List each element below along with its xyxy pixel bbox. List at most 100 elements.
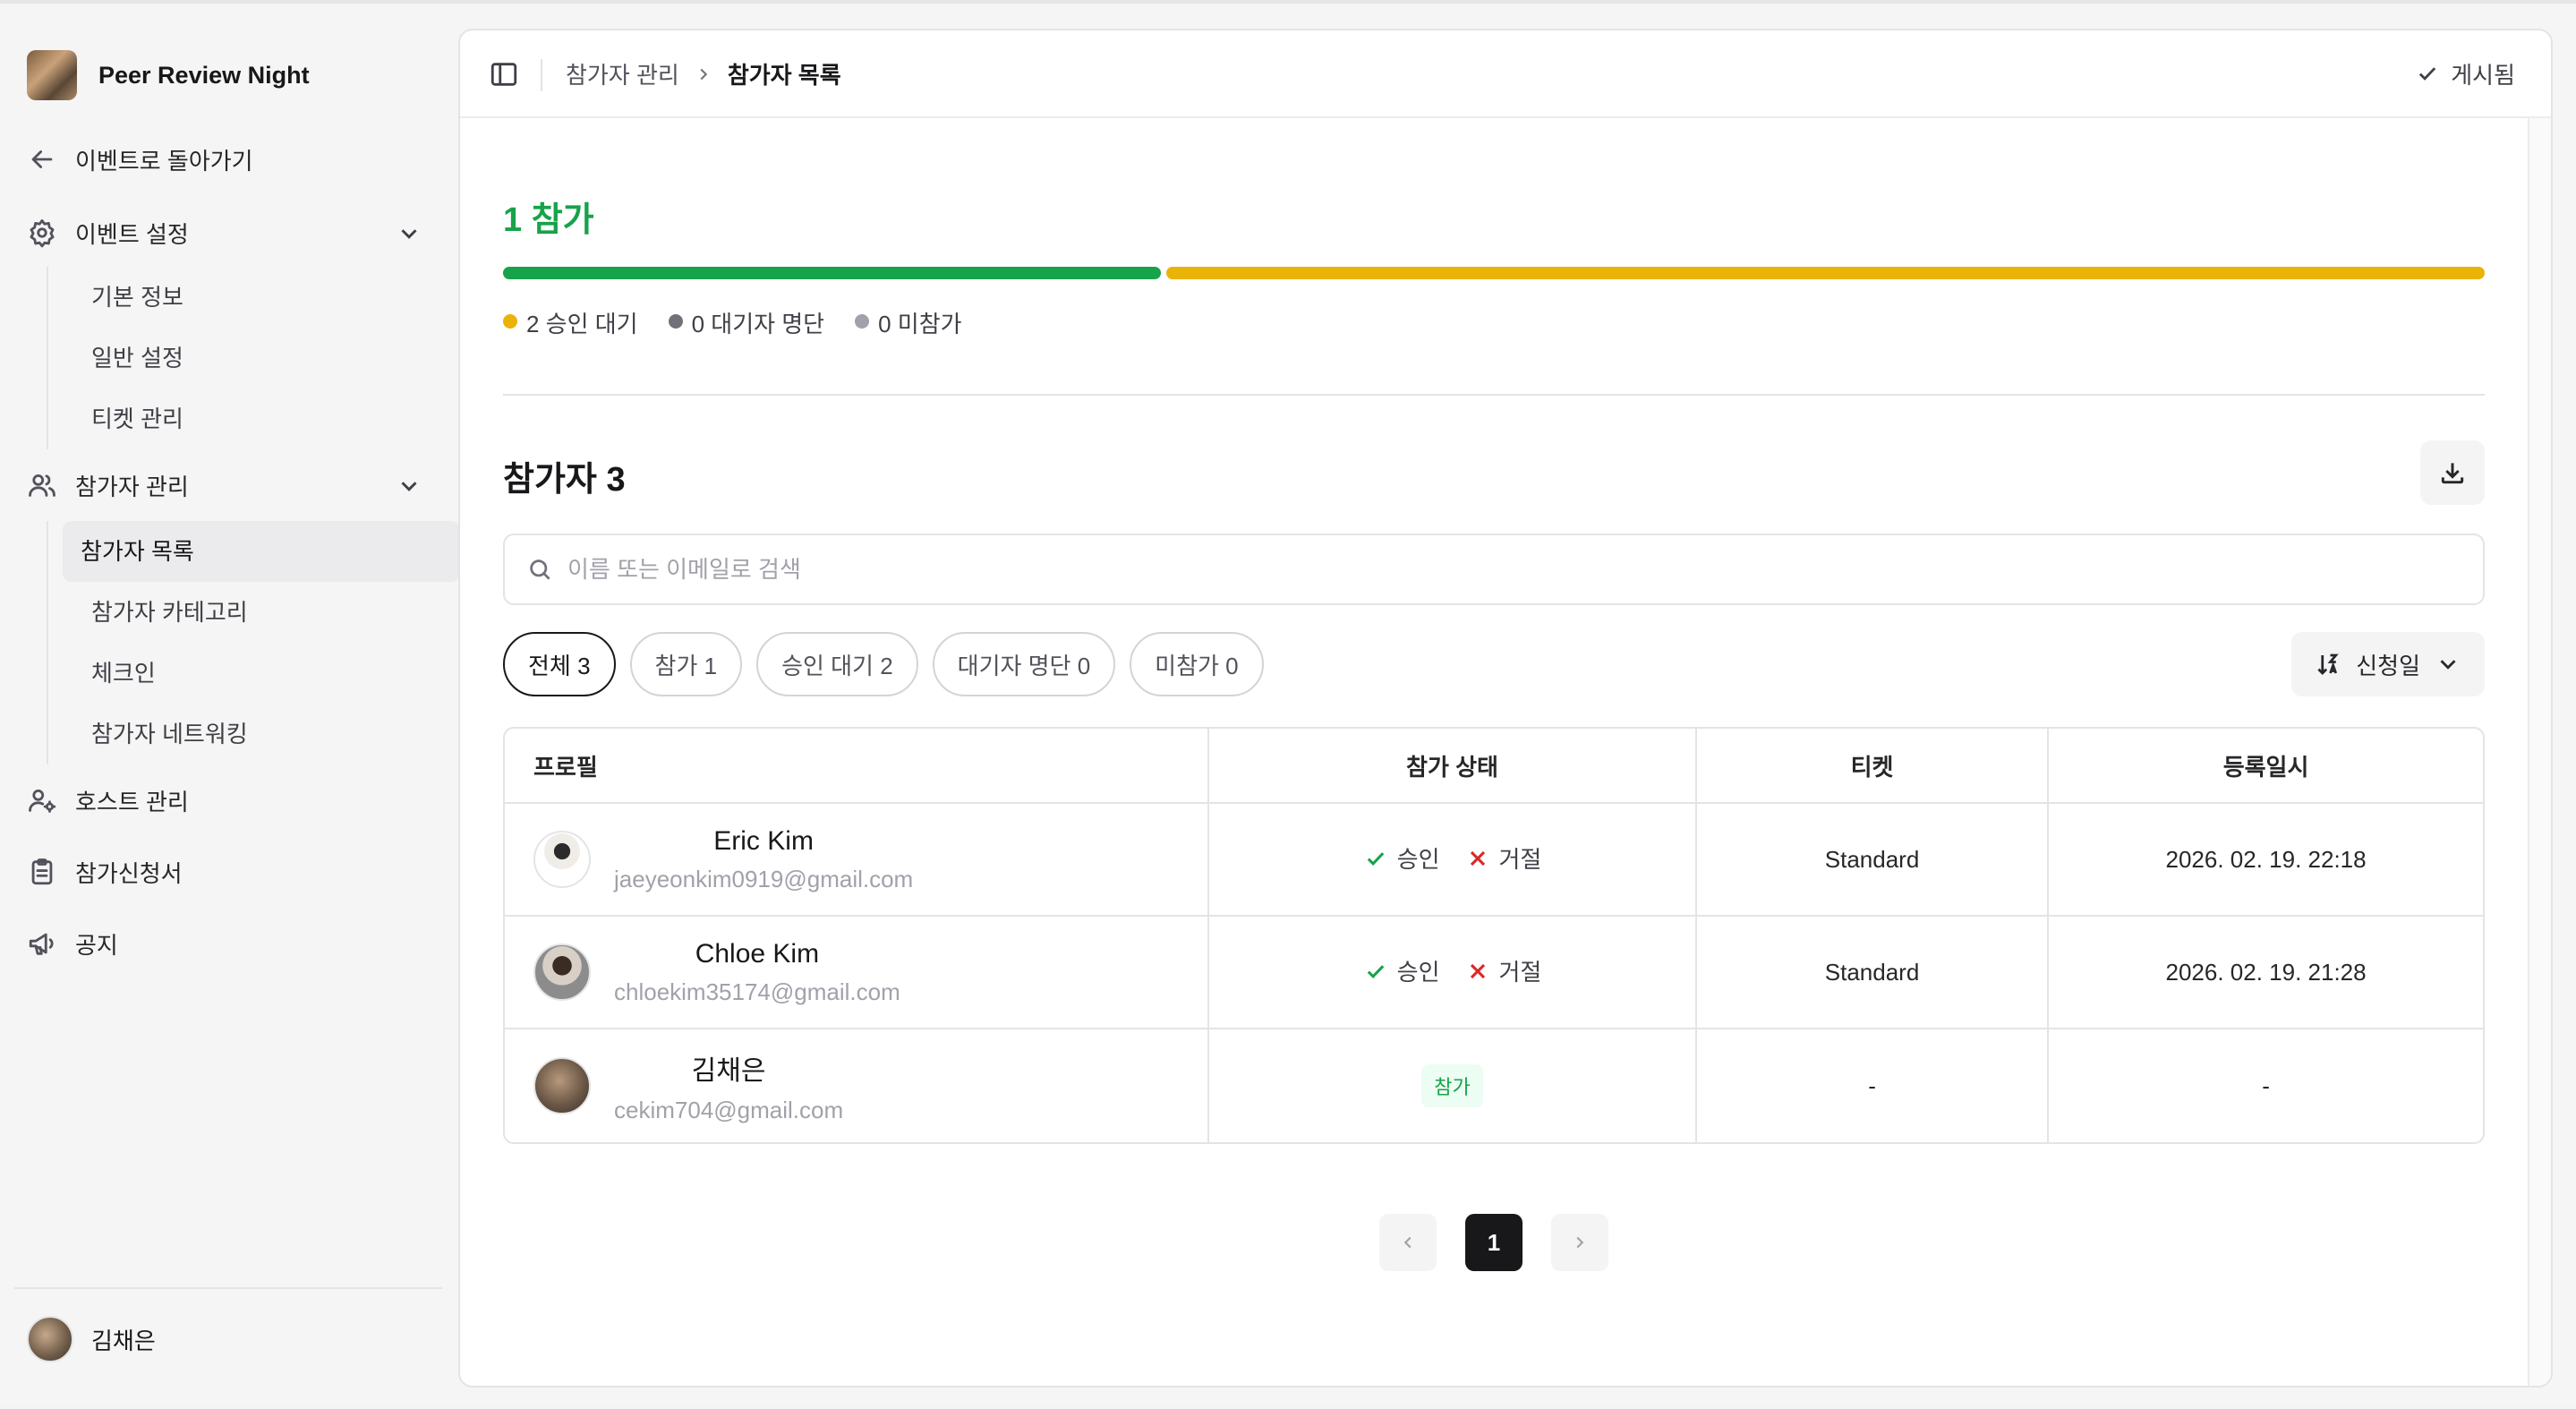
status-cell: 승인 거절 bbox=[1209, 917, 1697, 1029]
download-icon bbox=[2441, 463, 2464, 484]
event-name: Peer Review Night bbox=[98, 61, 310, 89]
event-settings-subnav: 기본 정보 일반 설정 티켓 관리 bbox=[47, 267, 458, 449]
chevron-down-icon[interactable] bbox=[396, 473, 422, 500]
approve-label: 승인 bbox=[1396, 959, 1440, 986]
scrollbar[interactable] bbox=[2528, 118, 2551, 1386]
column-header-status: 참가 상태 bbox=[1209, 729, 1697, 804]
prev-page-button[interactable] bbox=[1379, 1214, 1437, 1271]
filter-waitlist[interactable]: 대기자 명단 0 bbox=[932, 632, 1116, 696]
sidebar-item-ticket-management[interactable]: 티켓 관리 bbox=[61, 389, 458, 449]
profile-cell: Eric Kim jaeyeonkim0919@gmail.com bbox=[505, 804, 1210, 917]
profile-text: Chloe Kim chloekim35174@gmail.com bbox=[614, 939, 900, 1006]
close-icon bbox=[1470, 963, 1485, 978]
next-page-button[interactable] bbox=[1551, 1214, 1608, 1271]
sidebar-item-networking[interactable]: 참가자 네트워킹 bbox=[61, 704, 458, 764]
filter-all[interactable]: 전체 3 bbox=[503, 632, 616, 696]
breadcrumb-parent[interactable]: 참가자 관리 bbox=[566, 57, 679, 90]
reject-button[interactable]: 거절 bbox=[1465, 841, 1542, 875]
reject-button[interactable]: 거절 bbox=[1465, 954, 1542, 987]
megaphone-icon bbox=[29, 933, 54, 955]
sidebar-item-participant-list[interactable]: 참가자 목록 bbox=[63, 521, 460, 582]
approve-label: 승인 bbox=[1396, 846, 1440, 874]
sidebar-item-participant-management-label: 참가자 관리 bbox=[75, 473, 189, 500]
user-cog-icon bbox=[29, 789, 56, 813]
breadcrumb-current: 참가자 목록 bbox=[727, 62, 841, 89]
app-frame: Peer Review Night 이벤트로 돌아가기 이벤트 설정 기본 정보… bbox=[0, 0, 2576, 1405]
participant-name: Eric Kim bbox=[713, 825, 814, 856]
table-row[interactable]: 김채은 cekim704@gmail.com 참가 - - bbox=[505, 1029, 2483, 1142]
legend-pending: 2 승인 대기 bbox=[503, 306, 638, 339]
approve-button[interactable]: 승인 bbox=[1363, 841, 1440, 875]
user-name: 김채은 bbox=[91, 1327, 156, 1354]
profile: Eric Kim jaeyeonkim0919@gmail.com bbox=[533, 826, 1207, 893]
main-panel: 참가자 관리 참가자 목록 게시됨 1 참가 2 승인 대기 0 대기자 명단 … bbox=[458, 29, 2553, 1388]
avatar bbox=[533, 831, 591, 888]
avatar bbox=[533, 944, 591, 1001]
column-header-registered-at: 등록일시 bbox=[2049, 729, 2483, 804]
sidebar-item-host-management-label: 호스트 관리 bbox=[75, 788, 189, 816]
published-label: 게시됨 bbox=[2451, 61, 2515, 89]
page-button-current[interactable]: 1 bbox=[1465, 1214, 1523, 1271]
sort-icon bbox=[2317, 653, 2339, 675]
sidebar-item-general-settings[interactable]: 일반 설정 bbox=[61, 328, 458, 389]
gear-icon bbox=[30, 219, 55, 248]
status-badge: 참가 bbox=[1421, 1064, 1483, 1107]
legend-dot bbox=[503, 313, 517, 329]
legend-waitlist-label: 0 대기자 명단 bbox=[691, 311, 825, 337]
filter-not-attending[interactable]: 미참가 0 bbox=[1130, 632, 1264, 696]
progress-bar-pending bbox=[1166, 267, 2485, 279]
brand[interactable]: Peer Review Night bbox=[27, 50, 310, 100]
approve-button[interactable]: 승인 bbox=[1363, 954, 1440, 987]
sidebar-item-application-form-label: 참가신청서 bbox=[75, 859, 183, 887]
registered-at-cell: - bbox=[2262, 1072, 2270, 1099]
profile-text: Eric Kim jaeyeonkim0919@gmail.com bbox=[614, 826, 913, 893]
profile-cell: Chloe Kim chloekim35174@gmail.com bbox=[505, 917, 1210, 1029]
sidebar-item-participant-management[interactable]: 참가자 관리 bbox=[27, 462, 189, 508]
profile-text: 김채은 cekim704@gmail.com bbox=[614, 1048, 843, 1124]
reject-label: 거절 bbox=[1498, 959, 1542, 986]
arrow-left-icon bbox=[31, 150, 53, 168]
filter-attending[interactable]: 참가 1 bbox=[629, 632, 743, 696]
back-to-event-link[interactable]: 이벤트로 돌아가기 bbox=[27, 136, 253, 183]
attending-count-title: 1 참가 bbox=[503, 201, 594, 239]
sidebar-item-basic-info[interactable]: 기본 정보 bbox=[61, 267, 458, 328]
profile-cell: 김채은 cekim704@gmail.com bbox=[505, 1029, 1210, 1142]
status-legend: 2 승인 대기 0 대기자 명단 0 미참가 bbox=[503, 306, 962, 339]
download-button[interactable] bbox=[2420, 440, 2485, 505]
check-icon bbox=[2419, 67, 2436, 81]
published-status-button[interactable]: 게시됨 bbox=[2415, 54, 2515, 93]
search-icon bbox=[530, 559, 550, 580]
participants-subnav: 참가자 목록 참가자 카테고리 체크인 참가자 네트워킹 bbox=[47, 521, 460, 764]
close-icon bbox=[1470, 850, 1485, 866]
chevron-down-icon bbox=[2440, 660, 2456, 670]
sidebar-item-host-management[interactable]: 호스트 관리 bbox=[27, 777, 189, 824]
registered-at-cell: 2026. 02. 19. 21:28 bbox=[2049, 917, 2483, 1029]
search-field[interactable] bbox=[503, 534, 2485, 605]
column-header-ticket: 티켓 bbox=[1696, 729, 2050, 804]
sidebar-toggle-icon[interactable] bbox=[489, 59, 519, 90]
legend-waitlist: 0 대기자 명단 bbox=[668, 306, 825, 339]
sidebar-item-participant-category[interactable]: 참가자 카테고리 bbox=[61, 582, 458, 643]
search-input[interactable] bbox=[567, 555, 2447, 584]
filter-pending[interactable]: 승인 대기 2 bbox=[756, 632, 918, 696]
sidebar-item-notice-label: 공지 bbox=[75, 931, 118, 959]
status-filters: 전체 3 참가 1 승인 대기 2 대기자 명단 0 미참가 0 bbox=[503, 632, 1264, 696]
chevron-right-icon bbox=[1576, 1236, 1584, 1249]
sidebar-item-application-form[interactable]: 참가신청서 bbox=[27, 849, 183, 895]
sidebar-divider bbox=[14, 1287, 442, 1289]
user-profile[interactable]: 김채은 bbox=[27, 1316, 156, 1362]
ticket-cell: - bbox=[1697, 1029, 2050, 1142]
sidebar-item-notice[interactable]: 공지 bbox=[27, 920, 118, 967]
table-row[interactable]: Eric Kim jaeyeonkim0919@gmail.com 승인 거절 bbox=[505, 804, 2483, 917]
legend-dot bbox=[668, 313, 683, 329]
status-actions: 승인 거절 bbox=[1363, 954, 1542, 987]
check-icon bbox=[1367, 851, 1384, 866]
avatar bbox=[27, 1316, 73, 1362]
reject-label: 거절 bbox=[1498, 846, 1542, 874]
table-row[interactable]: Chloe Kim chloekim35174@gmail.com 승인 거절 bbox=[505, 917, 2483, 1029]
chevron-down-icon[interactable] bbox=[396, 220, 422, 247]
sidebar-item-event-settings[interactable]: 이벤트 설정 bbox=[27, 209, 430, 256]
sidebar-item-checkin[interactable]: 체크인 bbox=[61, 643, 458, 704]
participant-name: 김채은 bbox=[691, 1055, 766, 1086]
sort-dropdown[interactable]: 신청일 bbox=[2291, 632, 2485, 696]
